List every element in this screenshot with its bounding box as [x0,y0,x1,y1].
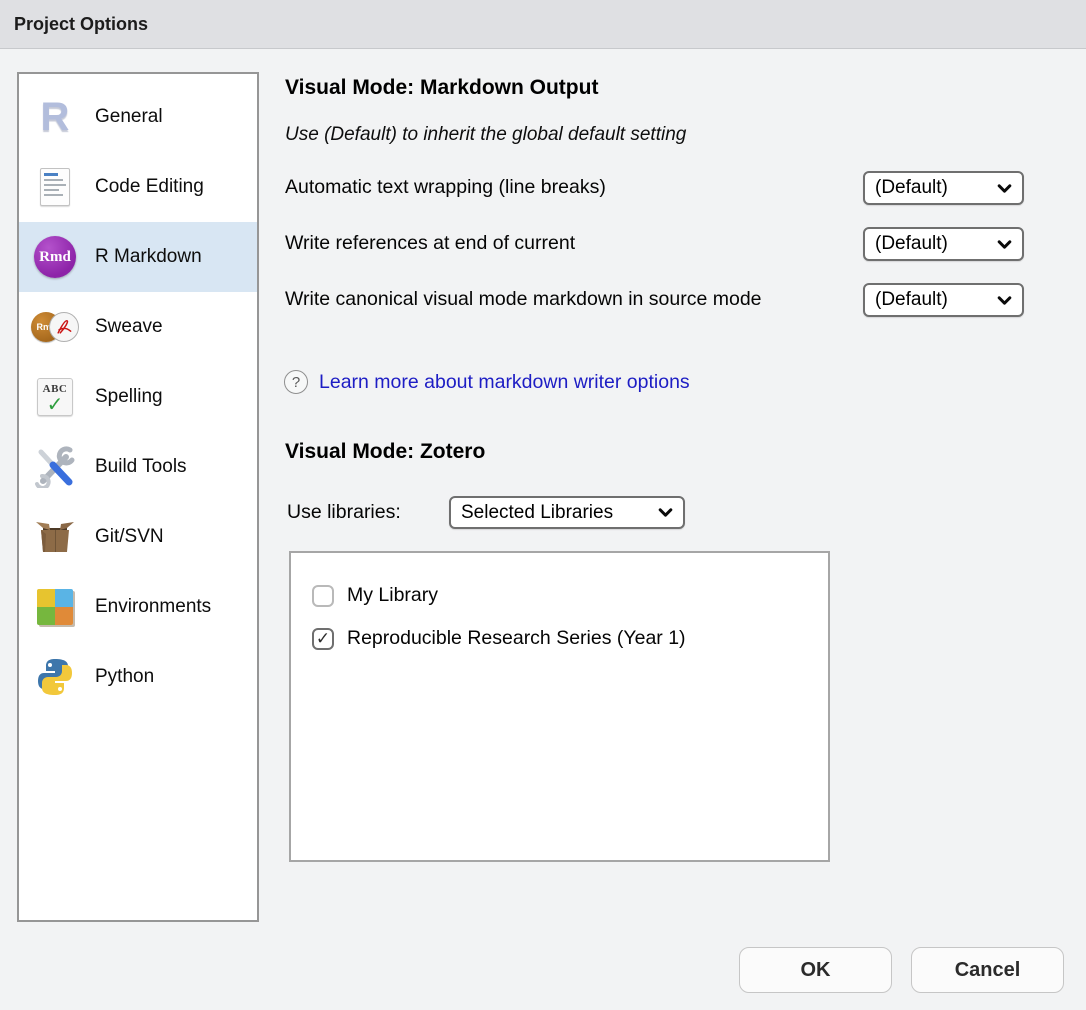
option-label-write-references: Write references at end of current [285,229,837,257]
build-tools-icon [31,443,79,491]
use-libraries-label: Use libraries: [287,501,401,524]
chevron-down-icon [657,504,674,521]
sidebar-item-label: R Markdown [95,246,202,268]
select-value: (Default) [875,177,948,199]
my-library-checkbox[interactable] [312,585,334,607]
section-title-markdown-output: Visual Mode: Markdown Output [285,76,598,100]
select-value: Selected Libraries [461,502,613,524]
window-title: Project Options [14,14,148,35]
canonical-markdown-select[interactable]: (Default) [863,283,1024,317]
cancel-button[interactable]: Cancel [911,947,1064,993]
r-logo-icon: R [31,93,79,141]
sidebar-item-label: Environments [95,596,211,618]
rmarkdown-icon: Rmd [31,233,79,281]
environments-icon [31,583,79,631]
sidebar-item-label: General [95,106,163,128]
help-link-row: ? Learn more about markdown writer optio… [284,370,690,394]
git-svn-icon [31,513,79,561]
markdown-writer-help-link[interactable]: Learn more about markdown writer options [319,371,690,394]
chevron-down-icon [996,180,1013,197]
sidebar-item-python[interactable]: Python [19,642,257,712]
select-value: (Default) [875,233,948,255]
ok-button[interactable]: OK [739,947,892,993]
chevron-down-icon [996,292,1013,309]
reproducible-research-checkbox[interactable]: ✓ [312,628,334,650]
help-question-icon[interactable]: ? [284,370,308,394]
sidebar-item-code-editing[interactable]: Code Editing [19,152,257,222]
library-row-reproducible-research: ✓ Reproducible Research Series (Year 1) [312,617,828,660]
sidebar-item-sweave[interactable]: Rnw Sweave [19,292,257,362]
library-row-my-library: My Library [312,574,828,617]
chevron-down-icon [996,236,1013,253]
section-title-zotero: Visual Mode: Zotero [285,440,485,464]
sidebar-item-general[interactable]: R General [19,82,257,152]
pdf-glyph [54,317,74,337]
window-titlebar: Project Options [0,0,1086,49]
sidebar-item-label: Python [95,666,154,688]
sidebar-item-environments[interactable]: Environments [19,572,257,642]
python-icon [31,653,79,701]
select-value: (Default) [875,289,948,311]
default-inherit-note: Use (Default) to inherit the global defa… [285,124,686,146]
spelling-icon: ABC ✓ [31,373,79,421]
library-label: My Library [347,584,438,607]
option-label-text-wrapping: Automatic text wrapping (line breaks) [285,173,837,201]
sidebar-item-label: Sweave [95,316,163,338]
sidebar-item-label: Spelling [95,386,163,408]
text-wrapping-select[interactable]: (Default) [863,171,1024,205]
use-libraries-select[interactable]: Selected Libraries [449,496,685,529]
write-references-select[interactable]: (Default) [863,227,1024,261]
option-label-canonical-markdown: Write canonical visual mode markdown in … [285,285,837,313]
sweave-icon: Rnw [31,303,79,351]
sidebar-item-git-svn[interactable]: Git/SVN [19,502,257,572]
sidebar-item-r-markdown[interactable]: Rmd R Markdown [19,222,257,292]
library-label: Reproducible Research Series (Year 1) [347,627,686,650]
sidebar-item-label: Code Editing [95,176,204,198]
sidebar-item-build-tools[interactable]: Build Tools [19,432,257,502]
category-sidebar: R General Code Editing Rmd R Markdown Rn… [17,72,259,922]
code-editing-icon [31,163,79,211]
sidebar-item-label: Git/SVN [95,526,164,548]
sidebar-item-label: Build Tools [95,456,187,478]
sidebar-item-spelling[interactable]: ABC ✓ Spelling [19,362,257,432]
zotero-libraries-listbox: My Library ✓ Reproducible Research Serie… [289,551,830,862]
